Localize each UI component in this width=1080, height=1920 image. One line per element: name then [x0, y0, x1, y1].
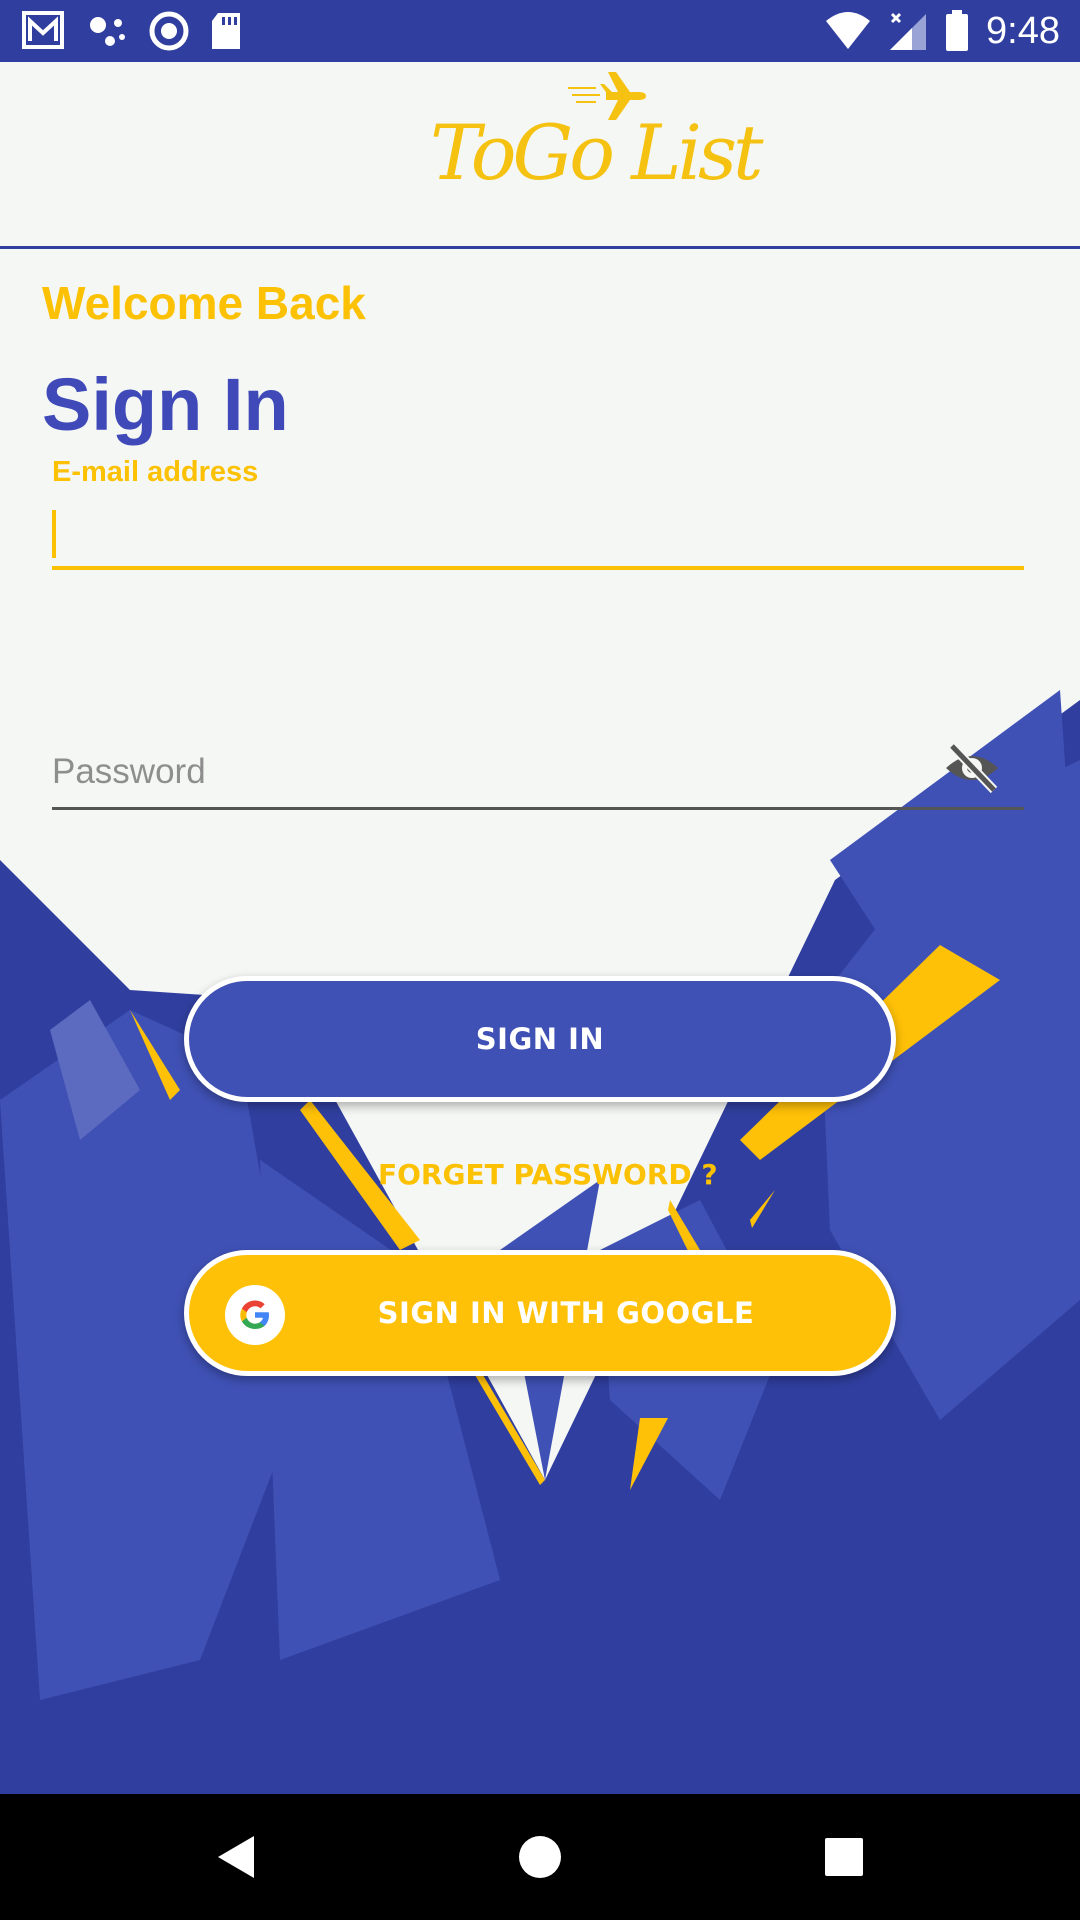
home-icon	[519, 1836, 561, 1878]
google-logo-icon	[225, 1285, 285, 1345]
status-time: 9:48	[986, 10, 1060, 52]
battery-icon	[946, 10, 969, 51]
circle-icon	[149, 11, 189, 51]
app-logo: ToGo List	[430, 68, 764, 218]
password-field[interactable]	[52, 736, 1024, 810]
back-icon	[218, 1836, 254, 1878]
forget-password-link[interactable]: FORGET PASSWORD ?	[378, 1158, 718, 1191]
email-label: E-mail address	[52, 456, 259, 488]
welcome-text: Welcome Back	[42, 277, 366, 329]
logo-text: ToGo List	[430, 108, 764, 197]
recents-button[interactable]	[784, 1794, 904, 1920]
sd-card-icon	[212, 13, 240, 49]
text-cursor	[52, 510, 56, 558]
header-divider	[0, 246, 1080, 249]
visibility-off-icon[interactable]	[942, 738, 1002, 798]
wifi-icon	[826, 12, 871, 49]
mountain-background	[0, 690, 1080, 1794]
back-button[interactable]	[176, 1794, 296, 1920]
recents-icon	[825, 1838, 863, 1876]
dots-icon	[90, 17, 125, 46]
email-field[interactable]	[52, 506, 1024, 570]
status-bar: 9:48	[0, 0, 1080, 62]
gmail-icon	[22, 11, 64, 49]
home-button[interactable]	[480, 1794, 600, 1920]
google-button-label: SIGN IN WITH GOOGLE	[377, 1296, 755, 1330]
google-sign-in-button[interactable]: SIGN IN WITH GOOGLE	[184, 1250, 896, 1376]
sign-in-button[interactable]: SIGN IN	[184, 976, 896, 1102]
signal-icon	[890, 12, 927, 50]
navigation-bar	[0, 1794, 1080, 1920]
page-title: Sign In	[42, 363, 289, 446]
sign-in-button-label: SIGN IN	[475, 1022, 605, 1056]
